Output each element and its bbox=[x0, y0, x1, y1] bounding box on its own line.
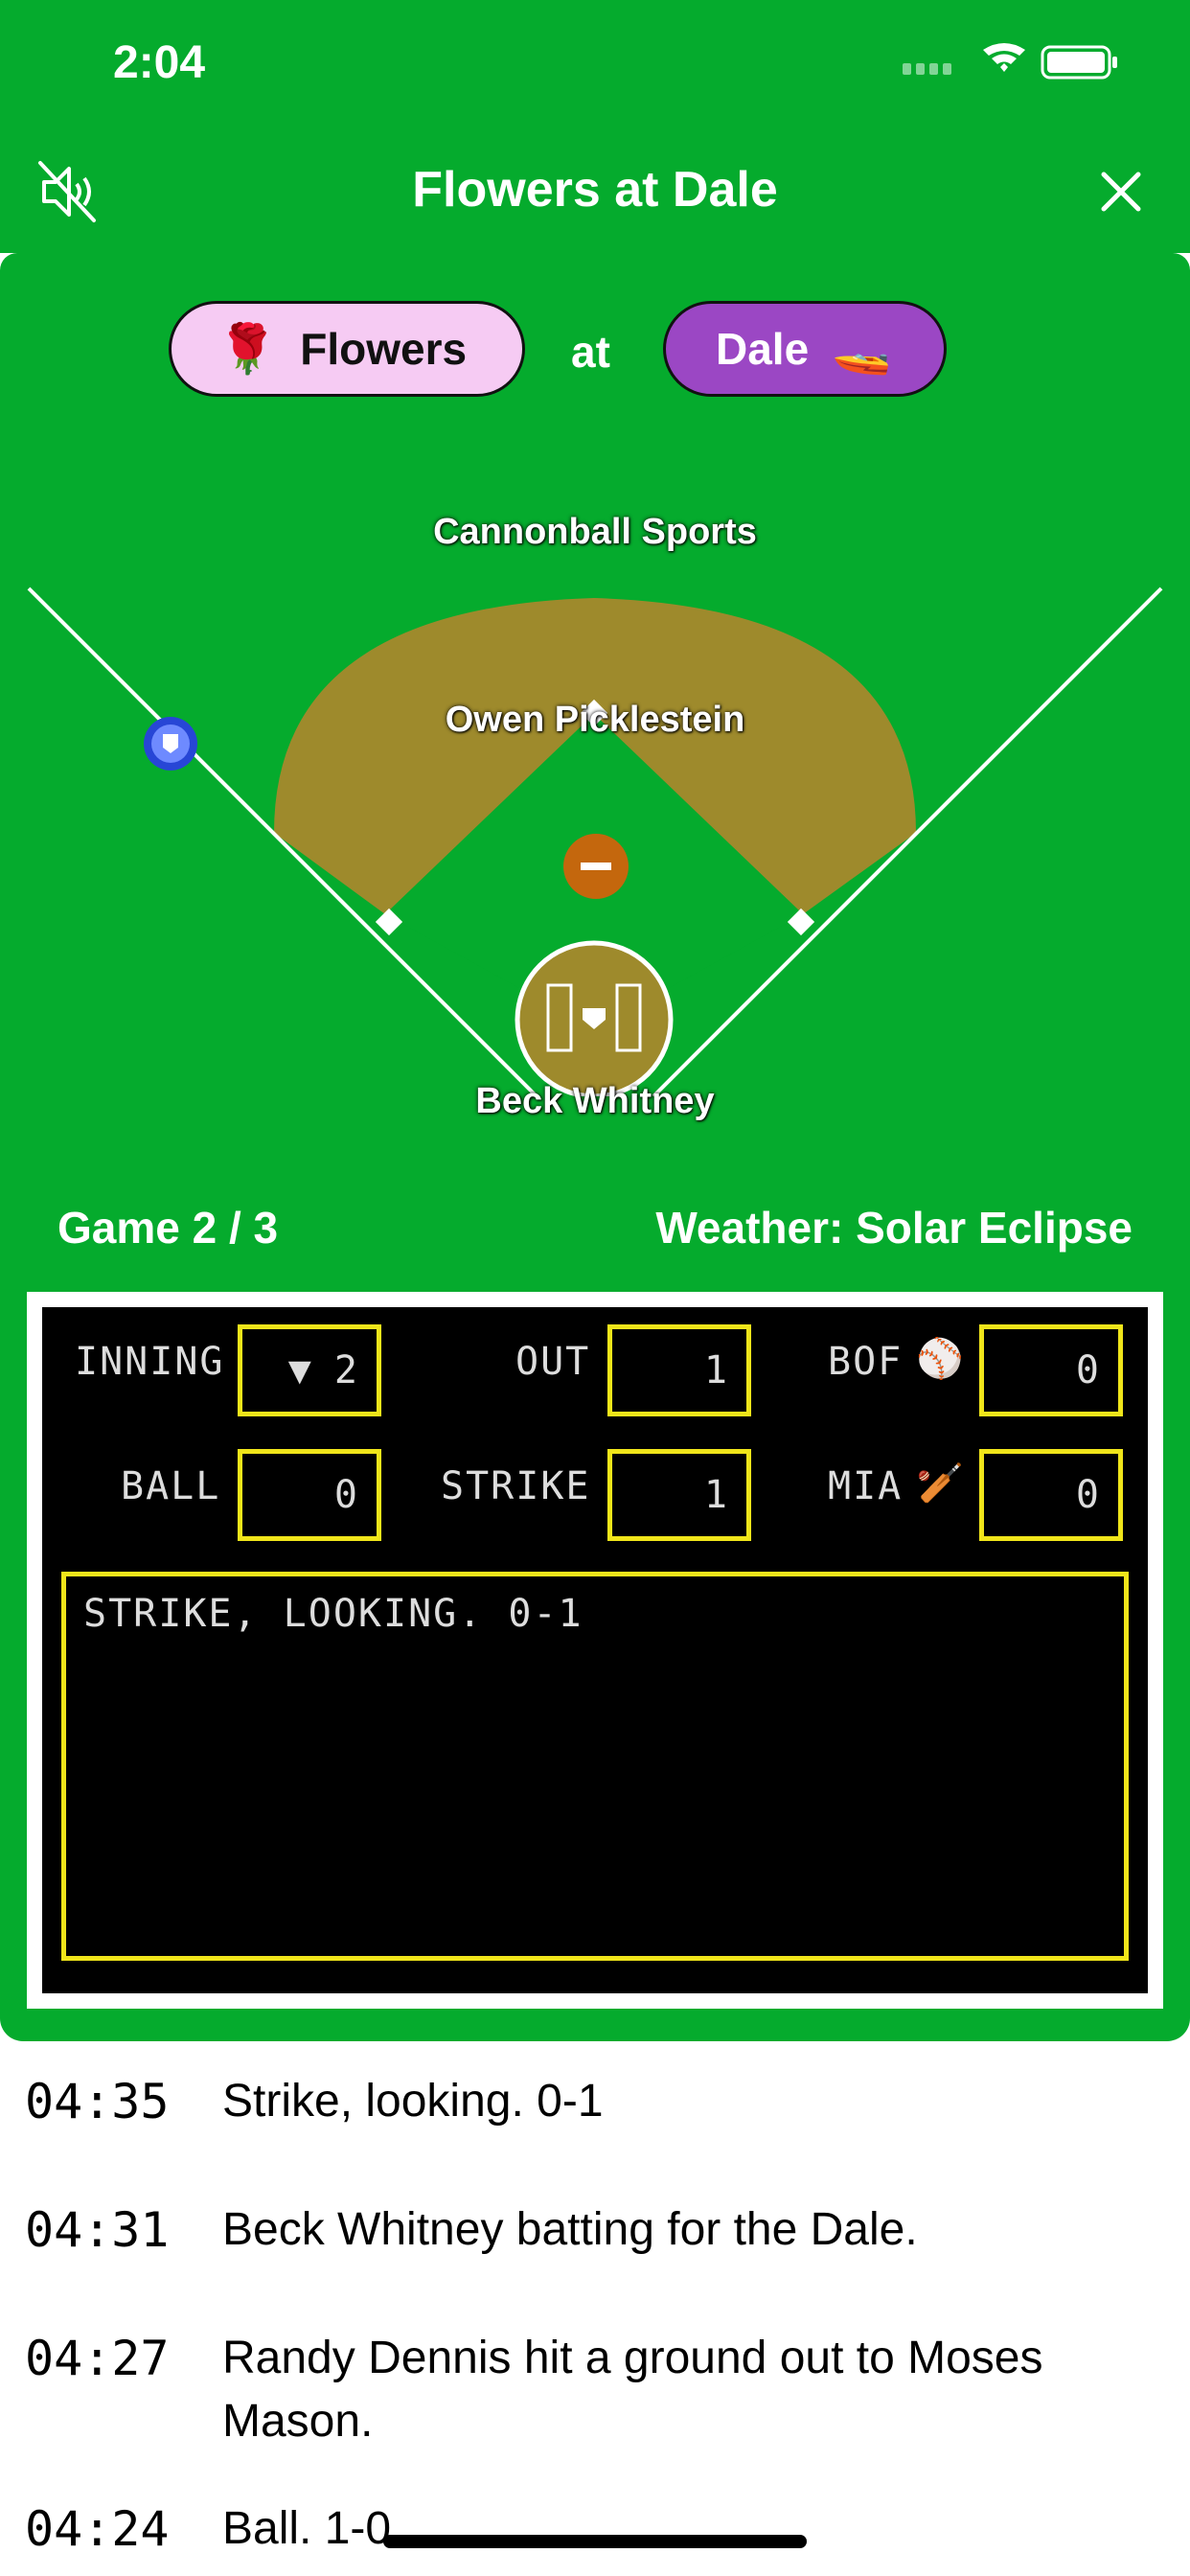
nav-bar: Flowers at Dale bbox=[0, 134, 1190, 253]
ball-box: 0 bbox=[238, 1449, 381, 1541]
home-indicator[interactable] bbox=[383, 2535, 807, 2548]
status-time: 2:04 bbox=[113, 37, 206, 88]
battery-icon bbox=[1041, 45, 1117, 80]
bat-icon: 🏏 bbox=[916, 1462, 964, 1505]
baseball-field bbox=[27, 586, 1163, 1096]
log-text: Beck Whitney batting for the Dale. bbox=[222, 2204, 918, 2255]
away-team-pill[interactable]: 🌹 Flowers bbox=[169, 301, 525, 397]
home-team-name: Dale bbox=[716, 324, 810, 374]
out-label: OUT bbox=[515, 1340, 591, 1384]
strike-label: STRIKE bbox=[441, 1464, 591, 1508]
at-label: at bbox=[571, 327, 610, 377]
log-time: 04:24 bbox=[25, 2501, 170, 2557]
rose-icon: 🌹 bbox=[217, 321, 278, 376]
pitcher-name: Owen Picklestein bbox=[445, 700, 745, 740]
home-abbr: MIA bbox=[828, 1464, 904, 1508]
away-score-box: 0 bbox=[979, 1324, 1123, 1416]
log-time: 04:31 bbox=[25, 2202, 170, 2258]
status-bar: 2:04 bbox=[0, 0, 1190, 134]
batter-name: Beck Whitney bbox=[475, 1081, 715, 1121]
game-card: 🌹 Flowers at Dale 🚤 Cannonball Sports Ow… bbox=[0, 253, 1190, 2041]
log-time: 04:27 bbox=[25, 2331, 170, 2386]
ball-label: BALL bbox=[121, 1464, 221, 1508]
inning-label: INNING bbox=[75, 1340, 225, 1384]
cellular-signal-icon bbox=[903, 63, 951, 75]
out-box: 1 bbox=[607, 1324, 751, 1416]
log-text: Ball. 1-0 bbox=[222, 2503, 392, 2554]
weather-label: Weather: Solar Eclipse bbox=[655, 1203, 1133, 1253]
scoreboard: INNING ▼ 2 OUT 1 BOF ⚾ 0 BALL 0 STRIKE 1… bbox=[27, 1292, 1163, 2009]
log-text: Strike, looking. 0-1 bbox=[222, 2076, 604, 2127]
play-message: STRIKE, LOOKING. 0-1 bbox=[61, 1572, 1129, 1961]
nav-title: Flowers at Dale bbox=[412, 162, 778, 218]
baseball-icon: ⚾ bbox=[916, 1338, 964, 1380]
inning-box: ▼ 2 bbox=[238, 1324, 381, 1416]
log-text: Randy Dennis hit a ground out to Moses M… bbox=[222, 2333, 1043, 2447]
away-team-name: Flowers bbox=[300, 324, 468, 374]
close-button[interactable] bbox=[1094, 165, 1148, 218]
home-score-box: 0 bbox=[979, 1449, 1123, 1541]
speedboat-icon: 🚤 bbox=[832, 321, 892, 376]
home-plate-area bbox=[515, 940, 674, 1096]
home-team-pill[interactable]: Dale 🚤 bbox=[663, 301, 947, 397]
status-icons bbox=[903, 42, 1123, 89]
log-time: 04:35 bbox=[25, 2074, 170, 2129]
strike-box: 1 bbox=[607, 1449, 751, 1541]
second-base-label: Cannonball Sports bbox=[433, 512, 757, 552]
close-icon bbox=[1101, 172, 1141, 212]
game-number: Game 2 / 3 bbox=[57, 1203, 279, 1253]
wifi-icon bbox=[983, 43, 1025, 72]
scoreboard-panel: INNING ▼ 2 OUT 1 BOF ⚾ 0 BALL 0 STRIKE 1… bbox=[42, 1307, 1148, 1993]
away-abbr: BOF bbox=[828, 1340, 904, 1384]
pitcher-badge bbox=[563, 834, 629, 899]
